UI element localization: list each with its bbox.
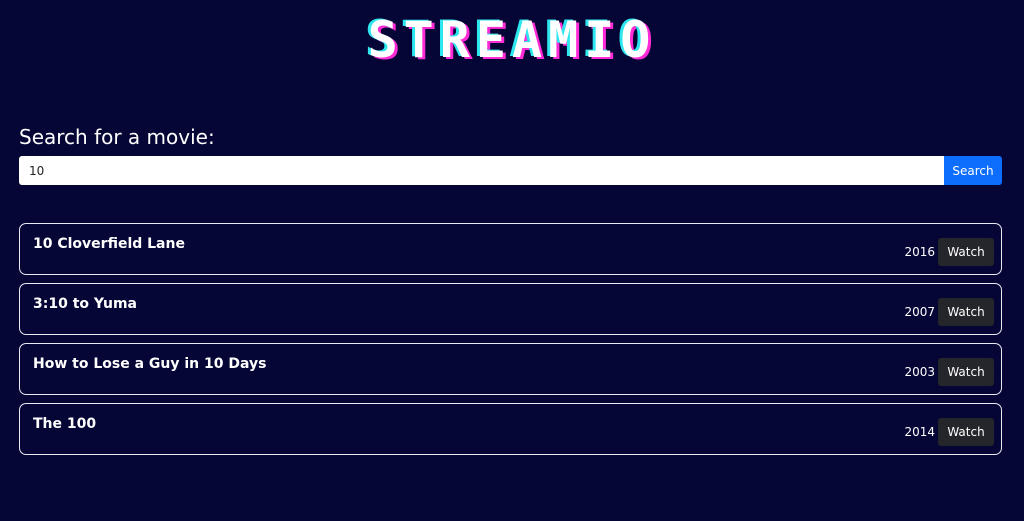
watch-button[interactable]: Watch: [938, 358, 994, 386]
movie-card: 10 Cloverfield Lane 2016 Watch: [19, 223, 1002, 275]
search-input[interactable]: [19, 156, 944, 185]
app: STREAMIO Search for a movie: Search 10 C…: [0, 0, 1024, 521]
results-list: 10 Cloverfield Lane 2016 Watch 3:10 to Y…: [19, 223, 1002, 463]
movie-year: 2007: [904, 305, 935, 319]
movie-title: 10 Cloverfield Lane: [33, 236, 185, 252]
watch-button[interactable]: Watch: [938, 418, 994, 446]
watch-button[interactable]: Watch: [938, 238, 994, 266]
search-button[interactable]: Search: [944, 156, 1002, 185]
movie-year: 2016: [904, 245, 935, 259]
movie-actions: 2007 Watch: [904, 298, 994, 326]
movie-year: 2014: [904, 425, 935, 439]
movie-actions: 2014 Watch: [904, 418, 994, 446]
movie-actions: 2003 Watch: [904, 358, 994, 386]
search-heading: Search for a movie:: [19, 125, 215, 149]
movie-title: 3:10 to Yuma: [33, 296, 138, 312]
movie-title: How to Lose a Guy in 10 Days: [33, 356, 267, 372]
logo: STREAMIO: [367, 11, 657, 69]
movie-card: 3:10 to Yuma 2007 Watch: [19, 283, 1002, 335]
watch-button[interactable]: Watch: [938, 298, 994, 326]
movie-title: The 100: [33, 416, 97, 432]
movie-actions: 2016 Watch: [904, 238, 994, 266]
movie-year: 2003: [904, 365, 935, 379]
movie-card: The 100 2014 Watch: [19, 403, 1002, 455]
movie-card: How to Lose a Guy in 10 Days 2003 Watch: [19, 343, 1002, 395]
search-bar: Search: [19, 156, 1002, 185]
